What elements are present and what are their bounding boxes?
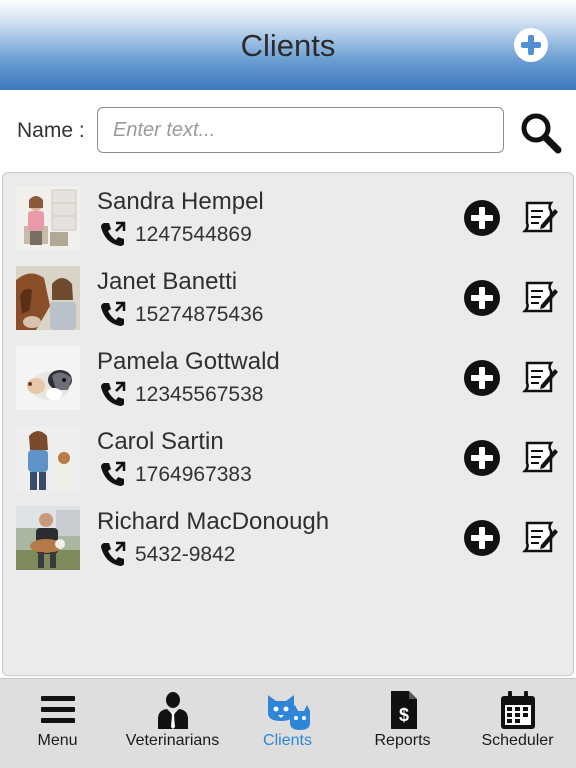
- client-name[interactable]: Richard MacDonough: [97, 508, 329, 536]
- header-bar: Clients: [0, 0, 576, 90]
- pets-icon: [267, 695, 310, 730]
- client-photo: [16, 506, 80, 570]
- tab-veterinarians[interactable]: Veterinarians: [115, 679, 230, 768]
- phone-icon[interactable]: [99, 221, 127, 247]
- client-name[interactable]: Carol Sartin: [97, 428, 224, 456]
- client-list[interactable]: Sandra Hempel 1247544869 Janet Banetti 1…: [2, 172, 574, 676]
- search-icon[interactable]: [518, 110, 562, 154]
- client-phone[interactable]: 5432-9842: [135, 543, 235, 567]
- client-photo: [16, 186, 80, 250]
- add-visit-icon[interactable]: [463, 519, 501, 557]
- client-row[interactable]: Sandra Hempel 1247544869: [3, 173, 573, 253]
- client-row[interactable]: Carol Sartin 1764967383: [3, 413, 573, 493]
- edit-note-icon[interactable]: [521, 519, 559, 555]
- client-photo: [16, 266, 80, 330]
- tab-label: Scheduler: [481, 732, 554, 749]
- veterinarian-icon: [157, 692, 188, 729]
- svg-text:$: $: [398, 705, 408, 725]
- client-row[interactable]: Pamela Gottwald 12345567538: [3, 333, 573, 413]
- search-row: Name :: [0, 90, 576, 170]
- edit-note-icon[interactable]: [521, 359, 559, 395]
- client-name[interactable]: Pamela Gottwald: [97, 348, 280, 376]
- report-icon: $: [390, 691, 417, 729]
- add-visit-icon[interactable]: [463, 359, 501, 397]
- tab-label: Reports: [374, 732, 431, 749]
- add-visit-icon[interactable]: [463, 439, 501, 477]
- add-visit-icon[interactable]: [463, 279, 501, 317]
- tab-label: Veterinarians: [125, 732, 220, 749]
- calendar-icon: [500, 691, 535, 729]
- client-photo: [16, 426, 80, 490]
- client-photo: [16, 346, 80, 410]
- client-row[interactable]: Richard MacDonough 5432-9842: [3, 493, 573, 573]
- bottom-tab-bar: Menu Veterinarians Clients $ Reports Sch…: [0, 678, 576, 768]
- phone-icon[interactable]: [99, 301, 127, 327]
- tab-reports[interactable]: $ Reports: [345, 679, 460, 768]
- client-phone[interactable]: 15274875436: [135, 303, 263, 327]
- client-name[interactable]: Sandra Hempel: [97, 188, 264, 216]
- phone-icon[interactable]: [99, 541, 127, 567]
- tab-scheduler[interactable]: Scheduler: [460, 679, 575, 768]
- edit-note-icon[interactable]: [521, 439, 559, 475]
- tab-menu[interactable]: Menu: [0, 679, 115, 768]
- phone-icon[interactable]: [99, 381, 127, 407]
- client-name[interactable]: Janet Banetti: [97, 268, 237, 296]
- phone-icon[interactable]: [99, 461, 127, 487]
- add-visit-icon[interactable]: [463, 199, 501, 237]
- page-title: Clients: [240, 28, 336, 63]
- client-row[interactable]: Janet Banetti 15274875436: [3, 253, 573, 333]
- hamburger-icon: [40, 696, 75, 723]
- edit-note-icon[interactable]: [521, 279, 559, 315]
- client-phone[interactable]: 12345567538: [135, 383, 263, 407]
- client-phone[interactable]: 1247544869: [135, 223, 252, 247]
- tab-label: Menu: [37, 732, 78, 749]
- name-search-input[interactable]: [97, 107, 504, 153]
- edit-note-icon[interactable]: [521, 199, 559, 235]
- add-client-button[interactable]: [514, 28, 548, 62]
- tab-label: Clients: [263, 732, 312, 749]
- name-label: Name :: [17, 119, 85, 142]
- tab-clients[interactable]: Clients: [230, 679, 345, 768]
- client-phone[interactable]: 1764967383: [135, 463, 252, 487]
